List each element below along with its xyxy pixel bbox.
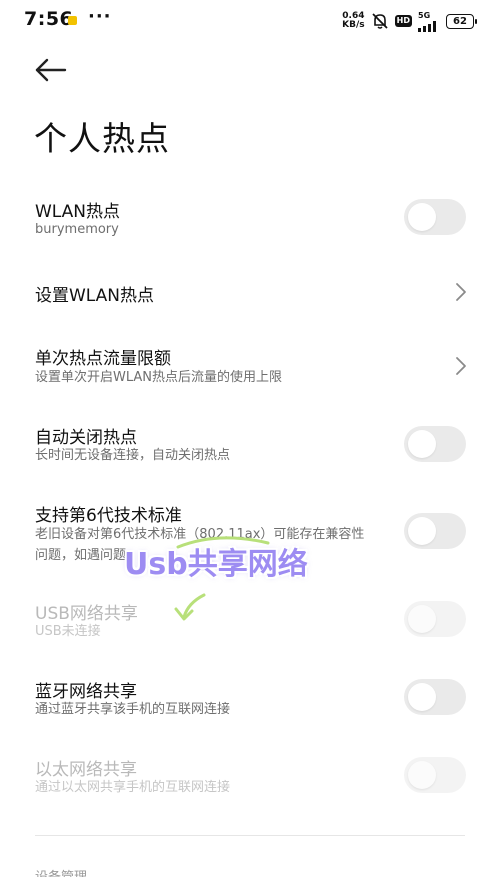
chevron-right-icon <box>456 283 466 301</box>
ethernet-tethering-row: 以太网络共享 通过以太网共享手机的互联网连接 <box>0 746 500 806</box>
battery-icon: 62 <box>446 13 477 29</box>
network-speed: 0.64 KB/s <box>342 12 364 30</box>
usb-tethering-row: USB网络共享 USB未连接 <box>0 590 500 650</box>
row-subtitle: 通过蓝牙共享该手机的互联网连接 <box>35 702 231 717</box>
auto-off-hotspot-toggle[interactable] <box>404 426 466 462</box>
mute-icon <box>371 12 389 30</box>
data-limit-row[interactable]: 单次热点流量限额 设置单次开启WLAN热点后流量的使用上限 <box>0 336 500 396</box>
row-subtitle: burymemory <box>35 222 119 237</box>
network-type: 5G <box>418 10 431 20</box>
row-subtitle: 长时间无设备连接，自动关闭热点 <box>35 448 231 463</box>
back-arrow-icon <box>35 58 67 82</box>
row-title: 设置WLAN热点 <box>35 286 155 306</box>
row-subtitle: 通过以太网共享手机的互联网连接 <box>35 780 231 795</box>
chevron-right-icon <box>456 357 466 375</box>
row-title: 支持第6代技术标准 <box>35 506 182 526</box>
toggle-knob <box>408 761 436 789</box>
auto-off-hotspot-row[interactable]: 自动关闭热点 长时间无设备连接，自动关闭热点 <box>0 414 500 474</box>
back-button[interactable] <box>34 56 68 84</box>
signal-icon: 5G <box>418 11 440 32</box>
hd-icon: HD <box>394 15 412 27</box>
wlan-hotspot-row[interactable]: WLAN热点 burymemory <box>0 190 500 250</box>
row-subtitle-line1: 老旧设备对第6代技术标准（802.11ax）可能存在兼容性 <box>35 527 365 542</box>
status-icons: 0.64 KB/s HD 5G 62 <box>342 10 477 32</box>
configure-wlan-hotspot-row[interactable]: 设置WLAN热点 <box>0 270 500 314</box>
bluetooth-tethering-toggle[interactable] <box>404 679 466 715</box>
notification-icon <box>68 16 77 25</box>
section-header-device-management: 设备管理 <box>35 866 87 877</box>
toggle-knob <box>408 517 436 545</box>
row-title: 单次热点流量限额 <box>35 349 171 369</box>
row-subtitle-line2: 问题，如遇问题 <box>35 548 127 563</box>
hotspot-settings-screen: 7:56 ··· 0.64 KB/s HD 5G 62 个人热点 WLAN热点 … <box>0 0 500 877</box>
network-speed-unit: KB/s <box>342 20 365 30</box>
row-subtitle: 设置单次开启WLAN热点后流量的使用上限 <box>35 370 283 385</box>
wifi6-support-row[interactable]: 支持第6代技术标准 老旧设备对第6代技术标准（802.11ax）可能存在兼容性 … <box>0 492 500 572</box>
wlan-hotspot-toggle[interactable] <box>404 199 466 235</box>
row-subtitle: USB未连接 <box>35 624 101 639</box>
usb-tethering-toggle <box>404 601 466 637</box>
toggle-knob <box>408 203 436 231</box>
toggle-knob <box>408 683 436 711</box>
more-notifications-icon: ··· <box>88 6 112 27</box>
status-bar: 7:56 ··· 0.64 KB/s HD 5G 62 <box>0 0 500 42</box>
toggle-knob <box>408 605 436 633</box>
page-title: 个人热点 <box>34 119 170 158</box>
section-divider <box>35 835 465 836</box>
bluetooth-tethering-row[interactable]: 蓝牙网络共享 通过蓝牙共享该手机的互联网连接 <box>0 668 500 728</box>
wifi6-support-toggle[interactable] <box>404 513 466 549</box>
toggle-knob <box>408 430 436 458</box>
ethernet-tethering-toggle <box>404 757 466 793</box>
status-time: 7:56 <box>24 8 74 30</box>
